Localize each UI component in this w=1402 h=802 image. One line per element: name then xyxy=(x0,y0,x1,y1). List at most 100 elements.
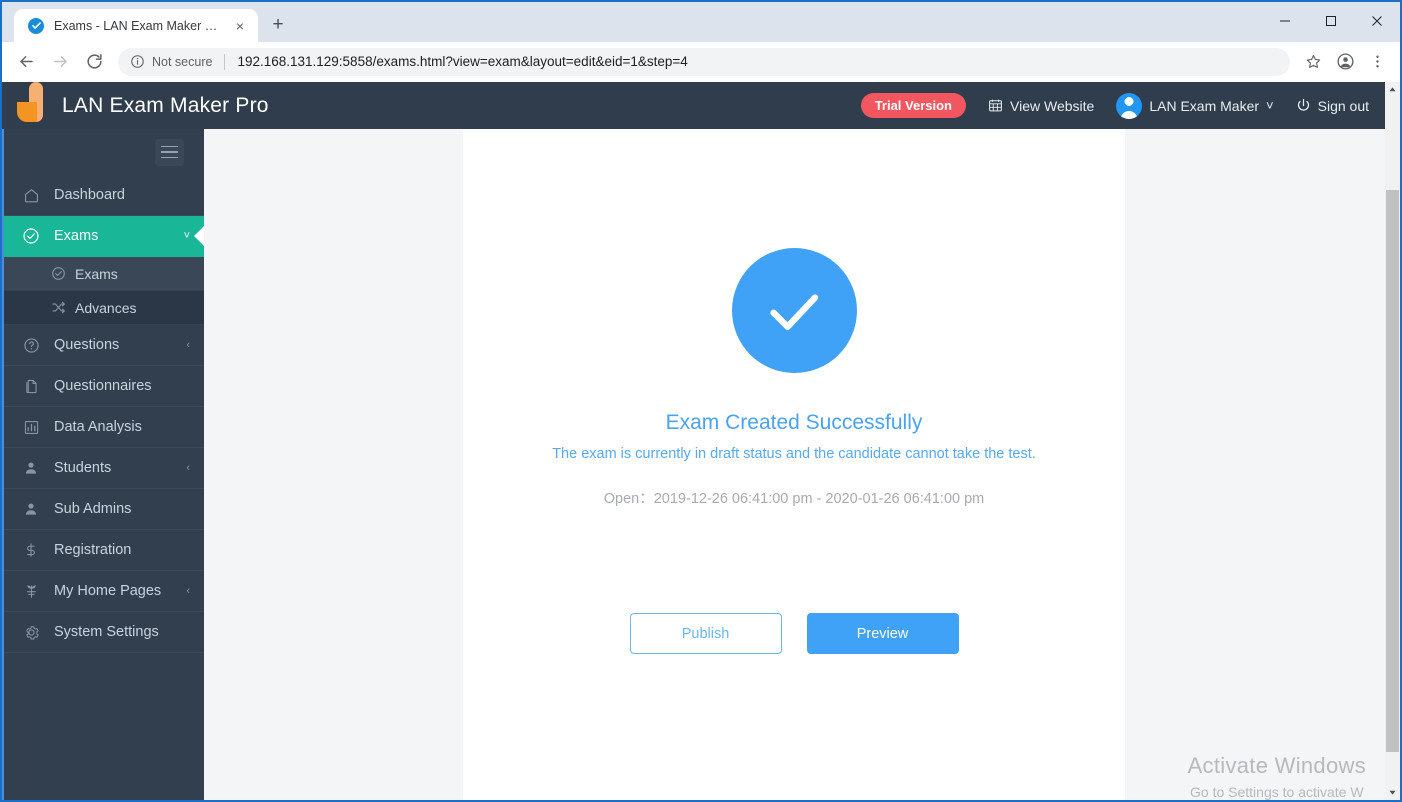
browser-tab[interactable]: Exams - LAN Exam Maker Pro × xyxy=(14,9,258,42)
sidebar-subitem-label: Exams xyxy=(75,265,118,282)
info-circle-icon xyxy=(130,54,145,69)
shuffle-icon xyxy=(50,300,66,315)
home-icon xyxy=(22,187,40,204)
sidebar-item-label: Students xyxy=(54,460,112,476)
three-dot-menu-icon[interactable] xyxy=(1362,47,1392,77)
exam-open-period: Open：2019-12-26 06:41:00 pm - 2020-01-26… xyxy=(463,487,1125,508)
window-controls xyxy=(1262,2,1400,40)
tab-close-icon[interactable]: × xyxy=(230,16,250,36)
chevron-down-icon: ˅ xyxy=(183,230,190,242)
chevron-left-icon: ‹ xyxy=(186,462,190,474)
scrollbar-up-arrow-icon[interactable] xyxy=(1385,82,1400,97)
sidebar-item-label: Questionnaires xyxy=(54,378,152,394)
sidebar: Dashboard Exams ˅ Exams Advances Questio… xyxy=(2,129,204,800)
close-icon[interactable] xyxy=(1354,2,1400,40)
omnibox-divider xyxy=(224,53,226,70)
user-icon xyxy=(22,460,40,476)
sidebar-item-dashboard[interactable]: Dashboard xyxy=(4,175,204,216)
file-copy-icon xyxy=(22,378,40,395)
view-website-button[interactable]: View Website xyxy=(988,98,1094,114)
success-block: Exam Created Successfully The exam is cu… xyxy=(463,129,1125,654)
sidebar-item-students[interactable]: Students ‹ xyxy=(4,448,204,489)
header-actions: Trial Version View Website LAN Exam Make… xyxy=(860,92,1385,119)
security-label: Not secure xyxy=(152,54,213,69)
check-circle-icon xyxy=(50,266,66,281)
tab-favicon-check-circle-icon xyxy=(28,17,44,34)
page-title: Exam Created Successfully xyxy=(665,411,923,434)
scrollbar-down-arrow-icon[interactable] xyxy=(1385,785,1400,800)
sidebar-toggle-row xyxy=(4,129,204,175)
open-range: 2019-12-26 06:41:00 pm - 2020-01-26 06:4… xyxy=(653,491,985,507)
app-header: LAN Exam Maker Pro Trial Version View We… xyxy=(2,82,1385,129)
scrollbar-thumb[interactable] xyxy=(1386,190,1399,752)
hamburger-icon[interactable] xyxy=(155,138,184,166)
sidebar-item-label: Questions xyxy=(54,337,120,353)
profile-avatar-icon[interactable] xyxy=(1330,47,1360,77)
browser-toolbar: Not secure 192.168.131.129:5858/exams.ht… xyxy=(2,42,1400,82)
check-circle-icon xyxy=(22,227,40,245)
sign-out-label: Sign out xyxy=(1317,97,1369,114)
sidebar-subitem-exams[interactable]: Exams xyxy=(4,257,204,291)
title-bar: Exams - LAN Exam Maker Pro × + xyxy=(2,2,1400,42)
calendar-grid-icon xyxy=(988,98,1003,113)
forward-arrow-icon xyxy=(44,46,76,78)
question-circle-icon xyxy=(22,337,40,354)
sign-out-button[interactable]: Sign out xyxy=(1296,98,1369,114)
chevron-left-icon: ‹ xyxy=(186,339,190,351)
maximize-icon[interactable] xyxy=(1308,2,1354,40)
new-tab-button[interactable]: + xyxy=(264,11,292,39)
sidebar-subitem-label: Advances xyxy=(75,299,137,316)
sidebar-item-questions[interactable]: Questions ‹ xyxy=(4,325,204,366)
power-icon xyxy=(1296,98,1311,113)
user-menu[interactable]: LAN Exam Maker ˅ xyxy=(1116,92,1274,119)
star-icon[interactable] xyxy=(1298,47,1328,77)
dollar-icon xyxy=(22,542,40,558)
open-label: Open： xyxy=(603,491,654,507)
tab-title: Exams - LAN Exam Maker Pro xyxy=(54,18,220,33)
url-text: 192.168.131.129:5858/exams.html?view=exa… xyxy=(237,54,688,69)
back-arrow-icon[interactable] xyxy=(10,46,42,78)
reload-icon[interactable] xyxy=(78,46,110,78)
page-scrollbar[interactable] xyxy=(1385,82,1400,800)
success-check-icon xyxy=(731,248,857,373)
sidebar-item-label: Data Analysis xyxy=(54,419,142,435)
browser-window: Exams - LAN Exam Maker Pro × + Not secur… xyxy=(0,0,1402,802)
sidebar-item-label: Registration xyxy=(54,542,132,558)
publish-button[interactable]: Publish xyxy=(629,613,782,654)
sidebar-item-label: My Home Pages xyxy=(54,583,162,599)
chevron-down-icon: ˅ xyxy=(1266,98,1274,113)
minimize-icon[interactable] xyxy=(1262,2,1308,40)
user-name-label: LAN Exam Maker xyxy=(1149,97,1260,114)
sidebar-item-label: Dashboard xyxy=(54,187,125,203)
address-bar[interactable]: Not secure 192.168.131.129:5858/exams.ht… xyxy=(118,47,1290,76)
trial-version-badge[interactable]: Trial Version xyxy=(860,93,967,118)
action-buttons: Publish Preview xyxy=(463,613,1125,654)
app-logo[interactable] xyxy=(2,82,58,129)
security-indicator[interactable]: Not secure xyxy=(130,54,212,69)
sidebar-item-questionnaires[interactable]: Questionnaires xyxy=(4,366,204,407)
user-icon xyxy=(22,501,40,517)
gear-icon xyxy=(22,624,40,641)
sidebar-submenu-exams: Exams Advances xyxy=(4,257,204,325)
content-area: Exam Created Successfully The exam is cu… xyxy=(204,129,1385,800)
sidebar-item-label: Exams xyxy=(54,228,99,244)
avatar xyxy=(1116,92,1143,119)
sidebar-item-exams[interactable]: Exams ˅ xyxy=(4,216,204,257)
sidebar-item-label: Sub Admins xyxy=(54,501,132,517)
brand-title: LAN Exam Maker Pro xyxy=(62,93,269,117)
sidebar-item-sub-admins[interactable]: Sub Admins xyxy=(4,489,204,530)
plant-icon xyxy=(22,583,40,600)
sidebar-item-label: System Settings xyxy=(54,624,159,640)
sidebar-subitem-advances[interactable]: Advances xyxy=(4,291,204,325)
preview-button[interactable]: Preview xyxy=(806,613,959,654)
status-message: The exam is currently in draft status an… xyxy=(552,446,1036,462)
leaf-logo-icon xyxy=(17,82,43,126)
page-viewport: LAN Exam Maker Pro Trial Version View We… xyxy=(2,82,1400,800)
sidebar-item-my-home-pages[interactable]: My Home Pages ‹ xyxy=(4,571,204,612)
sidebar-item-system-settings[interactable]: System Settings xyxy=(4,612,204,653)
bar-chart-icon xyxy=(22,419,40,436)
sidebar-item-registration[interactable]: Registration xyxy=(4,530,204,571)
sidebar-item-data-analysis[interactable]: Data Analysis xyxy=(4,407,204,448)
view-website-label: View Website xyxy=(1010,97,1095,114)
chevron-left-icon: ‹ xyxy=(186,585,190,597)
